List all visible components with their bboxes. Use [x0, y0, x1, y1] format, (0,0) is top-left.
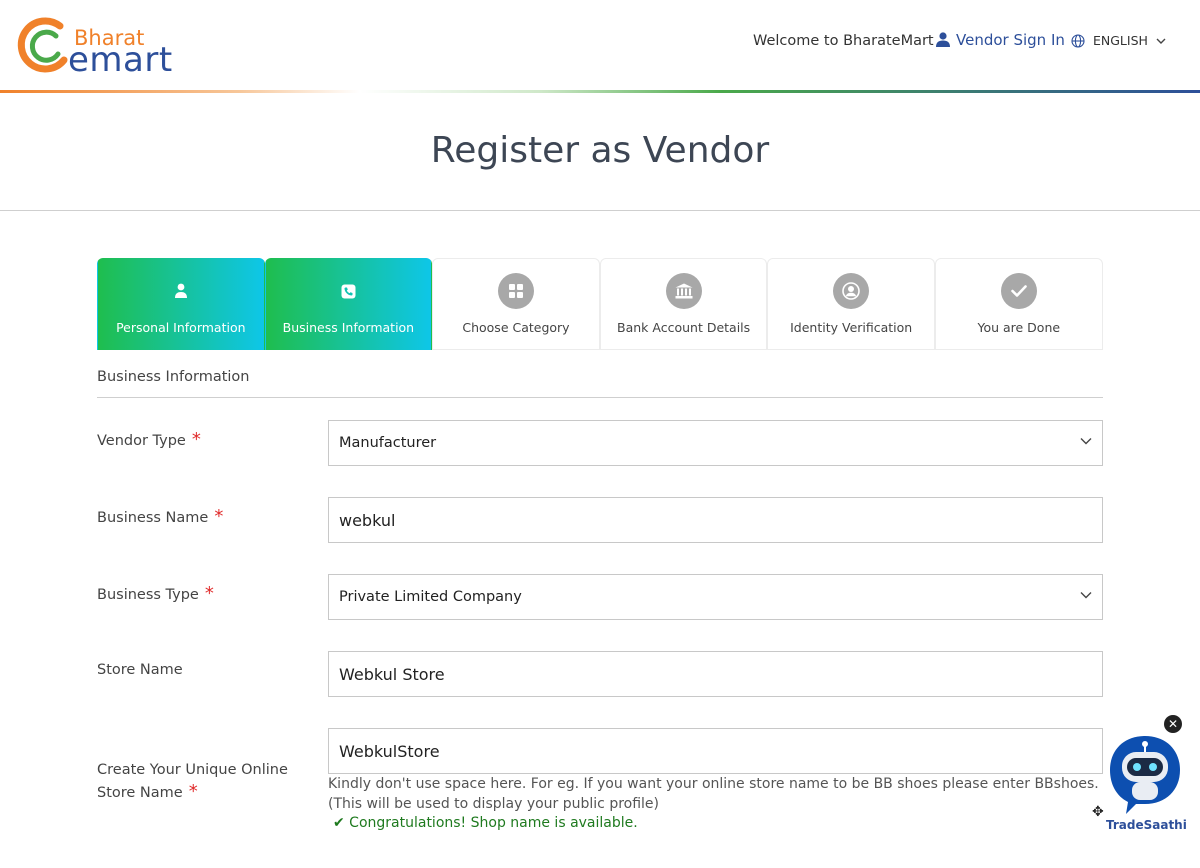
step-label: Identity Verification [790, 320, 913, 335]
step-label: Choose Category [462, 320, 570, 335]
step-label: Bank Account Details [617, 320, 751, 335]
user-circle-icon [833, 273, 870, 309]
chatbot-close-button[interactable]: ✕ [1164, 715, 1182, 733]
online-store-name-input[interactable] [328, 728, 1103, 774]
store-name-input[interactable] [328, 651, 1103, 697]
online-store-label-line1: Create Your Unique Online [97, 762, 288, 778]
step-label: Personal Information [116, 320, 246, 335]
step-personal-information[interactable]: Personal Information [97, 258, 265, 350]
site-header: Bharat emart Welcome to BharateMart Vend… [0, 0, 1200, 94]
online-store-label-line2: Store Name [97, 785, 183, 801]
online-store-name-label: Create Your Unique Online Store Name * [97, 759, 288, 804]
user-icon [936, 32, 950, 47]
vendor-type-label-text: Vendor Type [97, 433, 186, 449]
business-type-label: Business Type * [97, 583, 214, 606]
vendor-type-value: Manufacturer [339, 435, 437, 451]
page-title: Register as Vendor [430, 130, 770, 171]
globe-icon [1071, 33, 1085, 48]
business-name-label-text: Business Name [97, 510, 209, 526]
required-marker: * [204, 583, 214, 604]
step-you-are-done[interactable]: You are Done [934, 258, 1103, 350]
grid-icon [497, 273, 534, 309]
online-store-hint: Kindly don't use space here. For eg. If … [328, 776, 1099, 812]
step-bank-account-details[interactable]: Bank Account Details [599, 258, 768, 350]
chatbot-name: TradeSaathi [1106, 818, 1187, 832]
availability-success-message: ✔ Congratulations! Shop name is availabl… [333, 815, 638, 831]
business-name-label: Business Name * [97, 506, 223, 529]
welcome-text: Welcome to BharateMart [753, 33, 934, 49]
phone-icon [330, 273, 366, 309]
registration-steps: Personal Information Business Informatio… [97, 258, 1103, 350]
check-icon [1000, 273, 1037, 309]
section-title: Business Information [97, 369, 250, 385]
vendor-type-label: Vendor Type * [97, 429, 201, 452]
step-business-information[interactable]: Business Information [264, 258, 433, 350]
business-type-label-text: Business Type [97, 587, 199, 603]
move-handle-icon[interactable]: ✥ [1092, 804, 1104, 820]
chevron-down-icon [1156, 38, 1166, 44]
business-type-select[interactable]: Private Limited Company [328, 574, 1103, 620]
store-name-label-text: Store Name [97, 662, 183, 678]
chevron-down-icon [1080, 438, 1092, 445]
step-label: You are Done [977, 320, 1061, 335]
language-label: ENGLISH [1093, 33, 1148, 48]
language-selector[interactable]: ENGLISH [1071, 33, 1166, 48]
step-label: Business Information [282, 320, 415, 335]
required-marker: * [188, 781, 198, 802]
robot-icon [1110, 736, 1180, 814]
required-marker: * [191, 429, 201, 450]
chevron-down-icon [1080, 592, 1092, 599]
title-divider [0, 210, 1200, 211]
vendor-signin-label: Vendor Sign In [956, 31, 1065, 49]
step-identity-verification[interactable]: Identity Verification [767, 258, 935, 350]
business-type-value: Private Limited Company [339, 589, 522, 605]
business-name-input[interactable] [328, 497, 1103, 543]
section-divider [97, 397, 1103, 398]
tradesaathi-chatbot[interactable]: ✕ ✥ TradeSaathi [1090, 714, 1190, 834]
store-name-label: Store Name [97, 659, 183, 681]
bank-icon [665, 273, 702, 309]
header-accent-line [0, 90, 1200, 93]
required-marker: * [214, 506, 224, 527]
step-choose-category[interactable]: Choose Category [432, 258, 600, 350]
logo-text-emart: emart [68, 40, 173, 80]
vendor-type-select[interactable]: Manufacturer [328, 420, 1103, 466]
vendor-signin-link[interactable]: Vendor Sign In [936, 31, 1065, 49]
logo-swirl-icon [17, 17, 68, 73]
user-icon [163, 273, 199, 309]
bharatemart-logo[interactable]: Bharat emart [16, 16, 186, 80]
